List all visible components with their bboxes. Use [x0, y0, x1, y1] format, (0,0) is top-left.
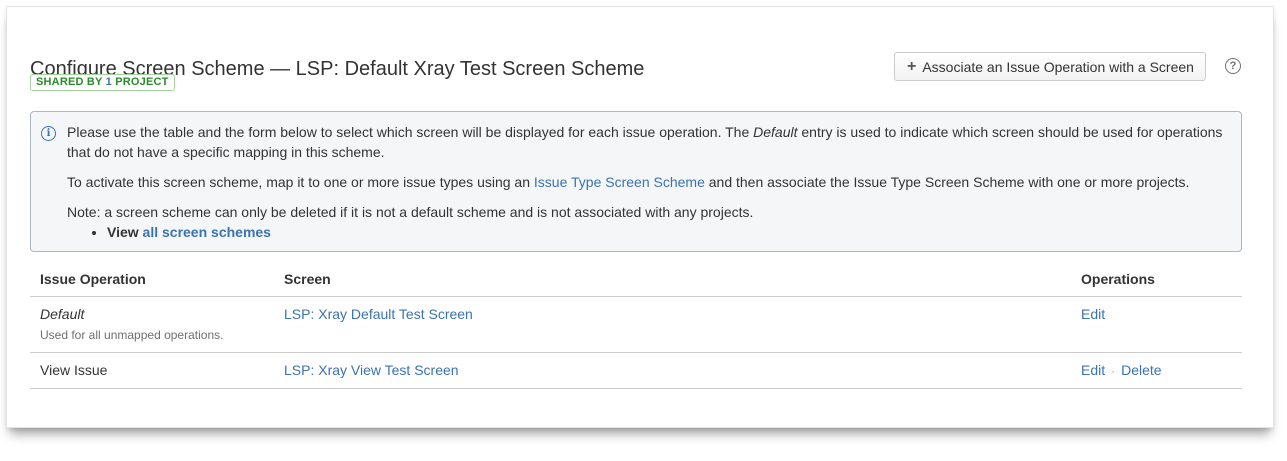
shared-by-badge[interactable]: SHARED BY 1 PROJECT: [30, 74, 175, 91]
delete-link[interactable]: Delete: [1121, 362, 1161, 378]
view-all-list-item: View all screen schemes: [107, 222, 1227, 242]
info-paragraph-1: Please use the table and the form below …: [67, 124, 1223, 160]
shared-badge-count: 1: [105, 76, 112, 88]
info-paragraph-2: To activate this screen scheme, map it t…: [67, 174, 1190, 190]
edit-link[interactable]: Edit: [1081, 306, 1105, 322]
edit-link[interactable]: Edit: [1081, 362, 1105, 378]
info-message-text: Please use the table and the form below …: [67, 122, 1227, 242]
table-row: View Issue LSP: Xray View Test Screen Ed…: [30, 352, 1242, 389]
operation-cell: View Issue: [30, 352, 274, 389]
operation-cell: Default Used for all unmapped operations…: [30, 296, 274, 353]
screen-link[interactable]: LSP: Xray Default Test Screen: [284, 306, 473, 322]
table-row: Default Used for all unmapped operations…: [30, 296, 1242, 353]
default-emphasis: Default: [753, 124, 798, 140]
screen-scheme-table: Issue Operation Screen Operations Defaul…: [30, 265, 1242, 389]
plus-icon: +: [907, 57, 917, 75]
shared-badge-suffix: PROJECT: [115, 76, 169, 88]
page-frame: Configure Screen Scheme — LSP: Default X…: [6, 6, 1274, 428]
info-icon: i: [41, 126, 56, 141]
screen-cell: LSP: Xray View Test Screen: [274, 352, 1071, 389]
info-list: View all screen schemes: [67, 222, 1227, 242]
help-icon-symbol: ?: [1229, 60, 1237, 72]
info-message-box: i Please use the table and the form belo…: [30, 111, 1242, 252]
all-screen-schemes-link[interactable]: all screen schemes: [143, 224, 271, 240]
info-icon-symbol: i: [46, 128, 51, 139]
operations-separator: ·: [1111, 364, 1116, 378]
associate-issue-operation-button[interactable]: + Associate an Issue Operation with a Sc…: [894, 52, 1206, 81]
associate-button-label: Associate an Issue Operation with a Scre…: [922, 58, 1194, 75]
shared-badge-prefix: SHARED BY: [36, 76, 103, 88]
screen-cell: LSP: Xray Default Test Screen: [274, 296, 1071, 353]
help-icon[interactable]: ?: [1225, 58, 1241, 74]
operations-header: Operations: [1071, 265, 1242, 297]
operations-cell: Edit: [1071, 296, 1242, 353]
screen-header: Screen: [274, 265, 1071, 297]
operations-cell: Edit · Delete: [1071, 352, 1242, 389]
issue-operation-header: Issue Operation: [30, 265, 274, 297]
table-header-row: Issue Operation Screen Operations: [30, 265, 1242, 297]
operation-description: Used for all unmapped operations.: [40, 328, 224, 342]
screen-link[interactable]: LSP: Xray View Test Screen: [284, 362, 459, 378]
issue-type-screen-scheme-link[interactable]: Issue Type Screen Scheme: [534, 174, 705, 190]
info-paragraph-3: Note: a screen scheme can only be delete…: [67, 204, 754, 220]
operation-name: View Issue: [40, 362, 108, 378]
operation-name: Default: [40, 306, 85, 322]
